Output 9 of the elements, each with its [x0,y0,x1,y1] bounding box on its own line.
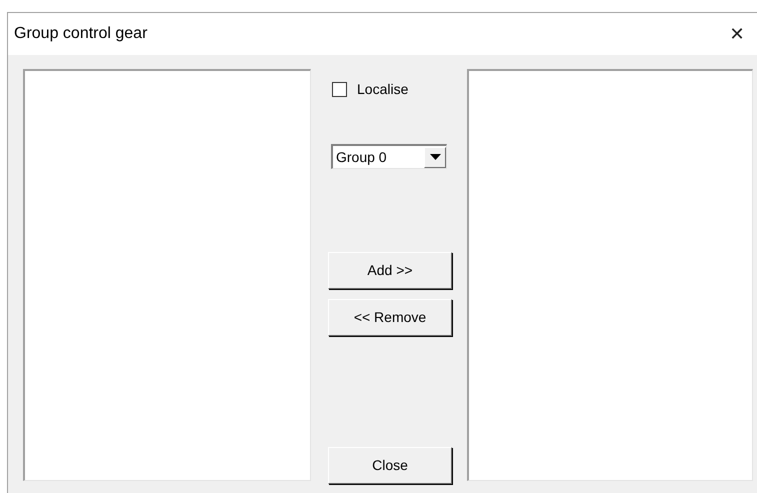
close-button[interactable]: Close [328,447,452,484]
add-button[interactable]: Add >> [328,252,452,289]
checkbox[interactable] [332,82,347,97]
checkbox-label: Localise [357,80,408,99]
localise-checkbox[interactable]: Localise [332,79,408,100]
group-dropdown[interactable]: Group 0 [331,144,447,169]
window-title: Group control gear [14,24,148,44]
dropdown-value: Group 0 [335,148,387,167]
remove-button[interactable]: << Remove [328,299,452,336]
